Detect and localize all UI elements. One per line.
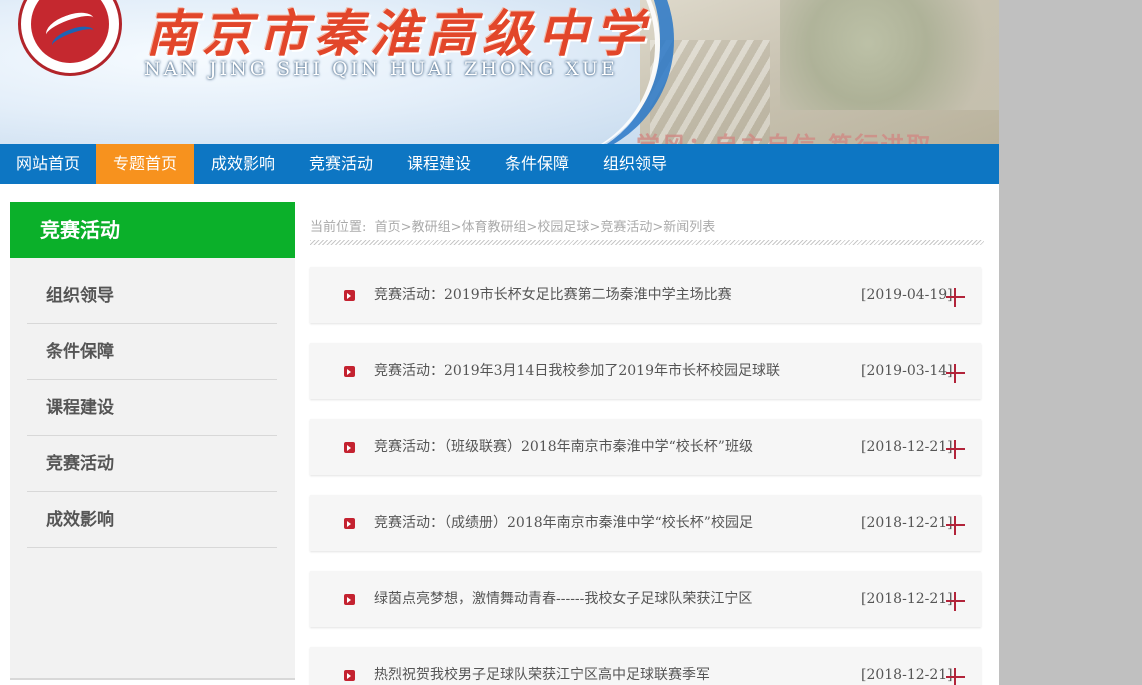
- school-pinyin: NAN JING SHI QIN HUAI ZHONG XUE: [144, 58, 618, 80]
- page: 学风：自主自信 笃行进取 南京市秦淮高级中学 NAN JING SHI QIN …: [0, 0, 999, 685]
- breadcrumb-teaching-group[interactable]: 教研组: [412, 220, 451, 235]
- sidebar-item-results[interactable]: 成效影响: [27, 493, 277, 548]
- news-item[interactable]: 竞赛活动：（班级联赛）2018年南京市秦淮中学“校长杯”班级 [2018-12-…: [310, 419, 981, 475]
- news-title[interactable]: 竞赛活动：2019年3月14日我校参加了2019年市长杯校园足球联: [374, 343, 780, 399]
- news-title[interactable]: 热烈祝贺我校男子足球队荣获江宁区高中足球联赛季军: [374, 647, 710, 685]
- news-item[interactable]: 竞赛活动：2019年3月14日我校参加了2019年市长杯校园足球联 [2019-…: [310, 343, 981, 399]
- nav-competitions[interactable]: 竞赛活动: [292, 144, 390, 184]
- news-date: [2018-12-21]: [861, 667, 953, 683]
- news-date: [2019-03-14]: [861, 363, 953, 379]
- sidebar-item-competitions[interactable]: 竞赛活动: [27, 437, 277, 492]
- breadcrumb-separator: >: [450, 220, 462, 235]
- nav-topic-home[interactable]: 专题首页: [96, 144, 194, 184]
- logo-emblem: [31, 0, 109, 63]
- nav-home[interactable]: 网站首页: [0, 144, 96, 184]
- sidebar-item-leadership[interactable]: 组织领导: [27, 269, 277, 324]
- news-item[interactable]: 绿茵点亮梦想，激情舞动青春------我校女子足球队荣获江宁区 [2018-12…: [310, 571, 981, 627]
- breadcrumb-separator: >: [589, 220, 601, 235]
- bullet-arrow-icon: [344, 366, 355, 377]
- breadcrumb: 当前位置: 首页>教研组>体育教研组>校园足球>竞赛活动>新闻列表: [310, 216, 715, 235]
- bullet-arrow-icon: [344, 442, 355, 453]
- news-title[interactable]: 竞赛活动：（成绩册）2018年南京市秦淮中学“校长杯”校园足: [374, 495, 753, 551]
- plus-icon[interactable]: [946, 592, 965, 611]
- breadcrumb-home[interactable]: 首页: [375, 220, 401, 235]
- plus-icon[interactable]: [946, 288, 965, 307]
- sidebar-title: 竞赛活动: [10, 202, 295, 258]
- breadcrumb-separator: >: [652, 220, 664, 235]
- main-nav: 网站首页 专题首页 成效影响 竞赛活动 课程建设 条件保障 组织领导: [0, 144, 999, 184]
- breadcrumb-prefix: 当前位置:: [310, 220, 367, 235]
- sidebar-bottom-border: [10, 678, 295, 680]
- bullet-arrow-icon: [344, 518, 355, 529]
- nav-results[interactable]: 成效影响: [194, 144, 292, 184]
- news-date: [2019-04-19]: [861, 287, 953, 303]
- breadcrumb-pe-group[interactable]: 体育教研组: [462, 220, 527, 235]
- bullet-arrow-icon: [344, 290, 355, 301]
- news-title[interactable]: 绿茵点亮梦想，激情舞动青春------我校女子足球队荣获江宁区: [374, 571, 752, 627]
- breadcrumb-competitions[interactable]: 竞赛活动: [600, 220, 652, 235]
- nav-curriculum[interactable]: 课程建设: [390, 144, 488, 184]
- breadcrumb-campus-football[interactable]: 校园足球: [537, 220, 589, 235]
- plus-icon[interactable]: [946, 440, 965, 459]
- school-name: 南京市秦淮高级中学: [146, 4, 650, 63]
- news-title[interactable]: 竞赛活动：2019市长杯女足比赛第二场秦淮中学主场比赛: [374, 267, 732, 323]
- sidebar-item-curriculum[interactable]: 课程建设: [27, 381, 277, 436]
- news-date: [2018-12-21]: [861, 515, 953, 531]
- breadcrumb-divider: [310, 240, 984, 245]
- header-banner: 学风：自主自信 笃行进取 南京市秦淮高级中学 NAN JING SHI QIN …: [0, 0, 999, 144]
- plus-icon[interactable]: [946, 516, 965, 535]
- breadcrumb-news-list[interactable]: 新闻列表: [663, 220, 715, 235]
- news-item[interactable]: 热烈祝贺我校男子足球队荣获江宁区高中足球联赛季军 [2018-12-21]: [310, 647, 981, 685]
- bullet-arrow-icon: [344, 594, 355, 605]
- news-title[interactable]: 竞赛活动：（班级联赛）2018年南京市秦淮中学“校长杯”班级: [374, 419, 753, 475]
- plus-icon[interactable]: [946, 364, 965, 383]
- news-date: [2018-12-21]: [861, 591, 953, 607]
- breadcrumb-separator: >: [526, 220, 538, 235]
- banner-trees: [780, 0, 999, 110]
- news-item[interactable]: 竞赛活动：（成绩册）2018年南京市秦淮中学“校长杯”校园足 [2018-12-…: [310, 495, 981, 551]
- nav-support[interactable]: 条件保障: [488, 144, 586, 184]
- news-date: [2018-12-21]: [861, 439, 953, 455]
- sidebar-item-support[interactable]: 条件保障: [27, 325, 277, 380]
- breadcrumb-separator: >: [400, 220, 412, 235]
- plus-icon[interactable]: [946, 668, 965, 685]
- school-motto: 学风：自主自信 笃行进取: [636, 126, 932, 144]
- news-item[interactable]: 竞赛活动：2019市长杯女足比赛第二场秦淮中学主场比赛 [2019-04-19]: [310, 267, 981, 323]
- nav-leadership[interactable]: 组织领导: [586, 144, 684, 184]
- bullet-arrow-icon: [344, 670, 355, 681]
